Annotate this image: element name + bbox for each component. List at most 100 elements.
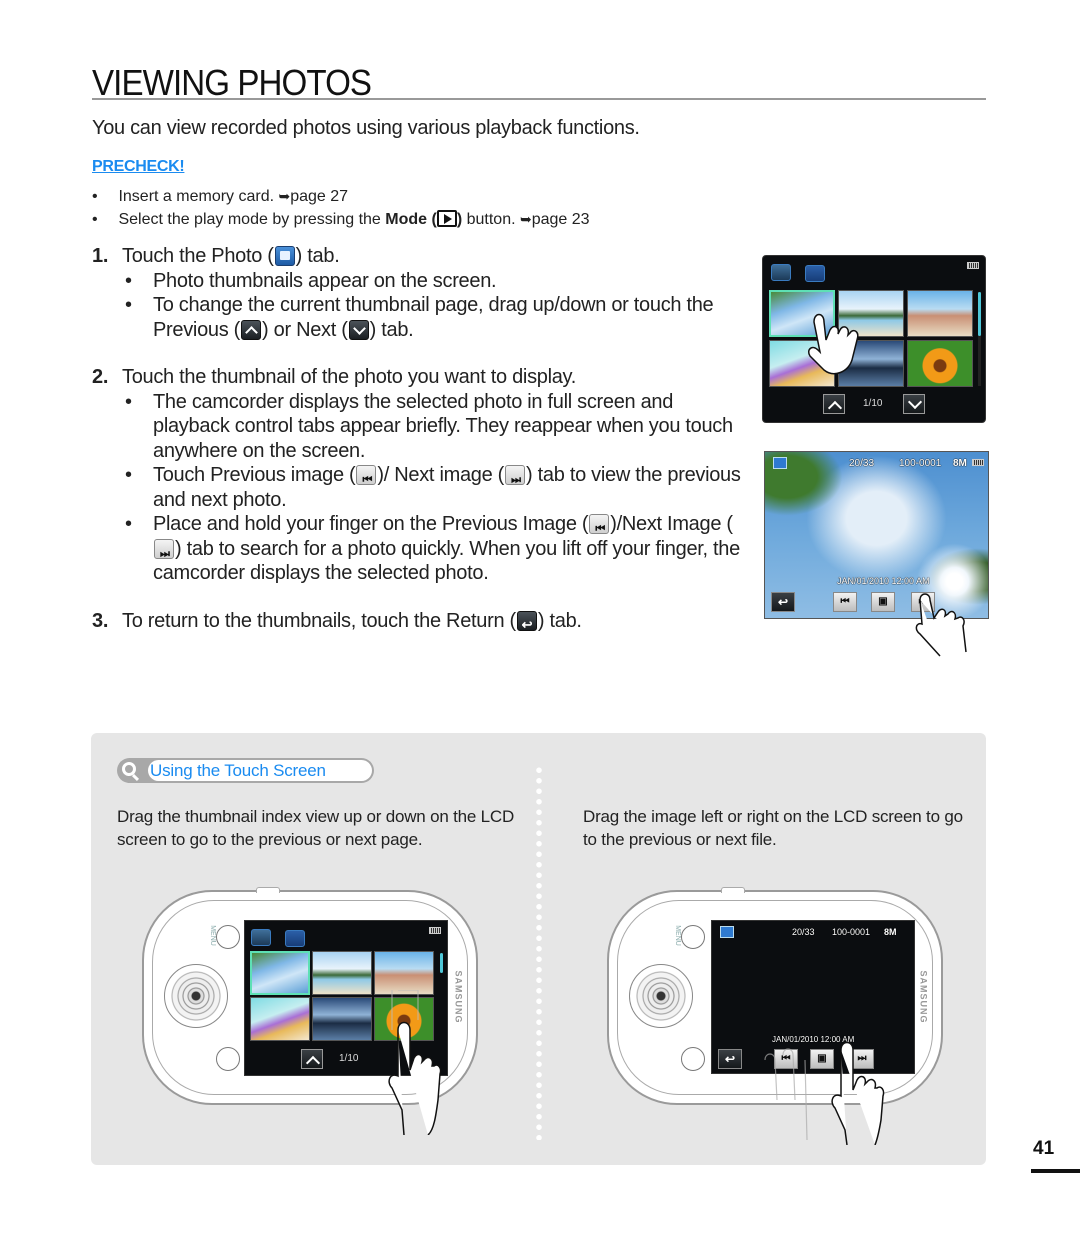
next-image-icon: ⏭ xyxy=(505,465,526,486)
file-number: 100-0001 xyxy=(832,927,871,937)
battery-icon xyxy=(972,459,984,466)
battery-icon xyxy=(429,927,441,934)
photo-tab-icon xyxy=(285,930,305,947)
step-bullet: Touch Previous image (⏮)/ Next image (⏭)… xyxy=(122,463,752,512)
hand-pointer-icon xyxy=(807,313,859,375)
bullet-text: )/Next Image ( xyxy=(610,513,733,535)
previous-page-icon xyxy=(241,319,262,340)
thumbnail[interactable] xyxy=(907,290,973,337)
thumbnail[interactable] xyxy=(312,997,372,1041)
precheck-text: Select the play mode by pressing the xyxy=(118,211,386,228)
scrollbar[interactable] xyxy=(978,292,981,336)
step-text: ) tab. xyxy=(295,245,340,267)
next-page-button[interactable] xyxy=(903,394,925,414)
file-number: 100-0001 xyxy=(899,458,942,469)
thumbnail[interactable] xyxy=(374,951,434,995)
page-counter: 1/10 xyxy=(339,1053,359,1064)
playback-mode-tab-icon xyxy=(771,264,791,281)
precheck-heading: PRECHECK! xyxy=(92,158,185,175)
return-button[interactable]: ↩ xyxy=(771,592,795,612)
previous-image-button[interactable]: ⏮ xyxy=(833,592,857,612)
steps-list: 1. Touch the Photo ( ) tab. Photo thumbna… xyxy=(92,244,752,633)
menu-button[interactable] xyxy=(216,925,240,949)
bullet-text: ) tab. xyxy=(369,318,414,341)
page-number-rule xyxy=(1031,1169,1080,1173)
joystick-icon xyxy=(164,964,228,1028)
slideshow-button[interactable]: ▣ xyxy=(871,592,895,612)
photo-mode-icon xyxy=(720,926,734,938)
dotted-divider xyxy=(536,765,542,1140)
step-2: 2. Touch the thumbnail of the photo you … xyxy=(92,365,752,586)
step-3: 3. To return to the thumbnails, touch th… xyxy=(92,609,752,634)
bullet-text: ) or Next ( xyxy=(262,318,348,341)
step-text: ) tab. xyxy=(537,609,582,632)
previous-page-button[interactable] xyxy=(823,394,845,414)
photo-counter: 20/33 xyxy=(792,927,815,937)
photo-counter: 20/33 xyxy=(849,458,875,469)
resolution: 8M xyxy=(884,927,897,937)
step-number: 3. xyxy=(92,609,109,632)
photo-tab-icon xyxy=(274,246,295,266)
step-text: Touch the thumbnail of the photo you wan… xyxy=(122,366,577,388)
tip-right-text: Drag the image left or right on the LCD … xyxy=(583,807,963,849)
next-page-icon xyxy=(348,319,369,340)
menu-label: MENU xyxy=(208,925,216,946)
scrollbar[interactable] xyxy=(440,953,443,973)
photo-tab-icon xyxy=(805,265,825,282)
thumbnail-selected[interactable] xyxy=(250,951,310,995)
page-counter: 1/10 xyxy=(863,398,883,409)
step-text: To return to the thumbnails, touch the R… xyxy=(122,609,516,632)
title-divider xyxy=(92,98,986,100)
step-bullet: Photo thumbnails appear on the screen. xyxy=(122,269,752,294)
menu-label: MENU xyxy=(673,925,681,946)
step-bullet: To change the current thumbnail page, dr… xyxy=(122,293,752,342)
step-number: 2. xyxy=(92,366,109,388)
resolution: 8M xyxy=(953,458,967,469)
previous-image-icon: ⏮ xyxy=(589,514,610,535)
mode-button[interactable] xyxy=(216,1047,240,1071)
page-ref-link[interactable]: page 23 xyxy=(532,211,590,228)
tip-left-text: Drag the thumbnail index view up or down… xyxy=(117,807,515,849)
previous-page-button[interactable] xyxy=(301,1049,323,1069)
photo-mode-icon xyxy=(773,457,787,469)
playback-mode-tab-icon xyxy=(251,929,271,946)
thumbnail-view-screenshot: 1/10 xyxy=(762,255,986,423)
page-number: 41 xyxy=(1033,1138,1055,1159)
precheck-text: button. xyxy=(462,211,520,228)
mode-button[interactable] xyxy=(681,1047,705,1071)
return-button[interactable]: ↩ xyxy=(718,1049,742,1069)
bullet-text: )/ Next image ( xyxy=(377,464,505,486)
bullet-text: ) tab to search for a photo quickly. Whe… xyxy=(153,537,740,585)
thumbnail[interactable] xyxy=(250,997,310,1041)
page-ref-link[interactable]: page 27 xyxy=(290,188,348,205)
precheck-list: Insert a memory card. ➥page 27 Select th… xyxy=(92,185,590,231)
bullet-text: To change the current thumbnail page, dr… xyxy=(153,294,714,341)
joystick-icon xyxy=(629,964,693,1028)
brand-logo: SAMSUNG xyxy=(453,970,464,1024)
page-ref-arrow-icon: ➥ xyxy=(519,211,532,227)
previous-image-icon: ⏮ xyxy=(356,465,377,486)
hand-swipe-icon xyxy=(388,990,442,1135)
bullet-text: Touch Previous image ( xyxy=(153,464,356,486)
next-image-icon: ⏭ xyxy=(154,538,174,560)
step-1: 1. Touch the Photo ( ) tab. Photo thumbna… xyxy=(92,244,752,342)
step-number: 1. xyxy=(92,245,109,267)
precheck-item: Insert a memory card. ➥page 27 xyxy=(92,185,590,208)
precheck-item: Select the play mode by pressing the Mod… xyxy=(92,208,590,231)
step-text: Touch the Photo ( xyxy=(122,245,274,267)
intro-text: You can view recorded photos using vario… xyxy=(92,117,640,139)
mode-label: Mode ( xyxy=(385,211,437,228)
brand-logo: SAMSUNG xyxy=(918,970,929,1024)
step-bullet: Place and hold your finger on the Previo… xyxy=(122,512,752,586)
thumbnail[interactable] xyxy=(907,340,973,387)
step-bullet: The camcorder displays the selected phot… xyxy=(122,390,752,464)
battery-icon xyxy=(967,262,979,269)
hand-swipe-icon xyxy=(764,1041,885,1145)
return-icon: ↩ xyxy=(516,610,537,632)
hand-pointer-icon xyxy=(915,593,967,657)
magnifier-icon xyxy=(122,762,136,776)
bullet-text: Place and hold your finger on the Previo… xyxy=(153,513,589,535)
thumbnail[interactable] xyxy=(312,951,372,995)
menu-button[interactable] xyxy=(681,925,705,949)
photo-datetime: JAN/01/2010 12:00 AM xyxy=(837,576,930,586)
